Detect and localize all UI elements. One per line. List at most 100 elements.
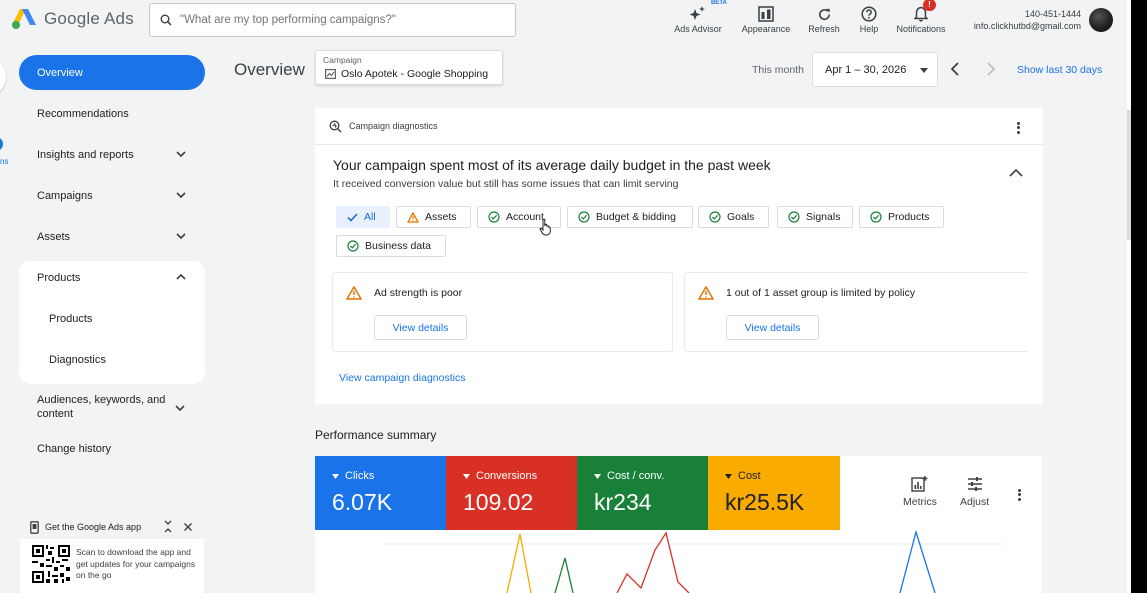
diagnostics-header-title: Campaign diagnostics — [349, 121, 438, 131]
mouse-cursor-icon — [539, 218, 551, 236]
metric-card-cost[interactable]: Cost kr25.5K — [708, 456, 840, 530]
app-promo-header: Get the Google Ads app — [20, 515, 204, 539]
chevron-down-icon — [175, 405, 185, 412]
next-period-icon[interactable] — [986, 62, 996, 76]
appearance-button[interactable]: Appearance — [738, 2, 794, 34]
check-circle-icon — [788, 211, 800, 223]
diagnostics-subtitle: It received conversion value but still h… — [333, 178, 679, 190]
sidebar-subitem-products[interactable]: Products — [49, 313, 92, 325]
sidebar-subitem-diagnostics[interactable]: Diagnostics — [49, 354, 106, 366]
sidebar-item-change-history[interactable]: Change history — [19, 431, 205, 466]
search-box[interactable] — [149, 3, 516, 37]
metric-name: Conversions — [476, 470, 538, 482]
view-details-button[interactable]: View details — [374, 315, 467, 340]
metrics-chart-icon — [911, 476, 928, 492]
account-email: info.clickhutbd@gmail.com — [973, 21, 1081, 31]
show-last-30-days-link[interactable]: Show last 30 days — [1017, 64, 1102, 76]
search-input[interactable] — [180, 14, 500, 26]
rail-button[interactable] — [0, 58, 6, 96]
metric-card-cost-per-conv[interactable]: Cost / conv. kr234 — [577, 456, 708, 530]
search-icon — [160, 14, 172, 26]
metric-card-clicks[interactable]: Clicks 6.07K — [315, 456, 446, 530]
previous-period-icon[interactable] — [950, 62, 960, 76]
check-circle-icon — [578, 211, 590, 223]
filter-chip-business-data[interactable]: Business data — [336, 235, 446, 257]
filter-chip-all[interactable]: All — [336, 206, 390, 228]
filter-chip-signals[interactable]: Signals — [777, 206, 853, 228]
sidebar-item-overview[interactable]: Overview — [19, 55, 205, 90]
appearance-icon — [758, 6, 774, 22]
sidebar-item-label: Overview — [37, 66, 83, 79]
check-icon — [347, 212, 358, 222]
metric-value: kr25.5K — [725, 489, 805, 515]
notifications-label: Notifications — [896, 24, 946, 34]
refresh-icon — [818, 8, 830, 21]
sidebar-item-label: Products — [37, 271, 81, 284]
date-range-selector[interactable]: Apr 1 – 30, 2026 — [812, 52, 938, 87]
issue-text: Ad strength is poor — [374, 287, 463, 299]
filter-chip-goals[interactable]: Goals — [698, 206, 769, 228]
close-icon[interactable] — [183, 522, 193, 532]
refresh-label: Refresh — [808, 24, 840, 34]
phone-icon — [30, 520, 39, 534]
sidebar-item-assets[interactable]: Assets — [19, 219, 205, 254]
filter-chip-label: Goals — [727, 211, 755, 223]
refresh-button[interactable]: Refresh — [804, 2, 844, 34]
campaign-diagnostics-card: Campaign diagnostics Your campaign spent… — [315, 108, 1043, 404]
issue-card-ad-strength: Ad strength is poor View details — [332, 272, 673, 352]
sidebar-item-label: Change history — [37, 442, 111, 455]
metric-value: kr234 — [594, 489, 652, 515]
app-promo-text: Scan to download the app and get updates… — [76, 547, 196, 580]
help-button[interactable]: Help — [854, 2, 884, 34]
ads-advisor-button[interactable]: Ads Advisor — [671, 2, 725, 34]
notification-badge: ! — [923, 0, 936, 11]
app-promo-card: Get the Google Ads app Scan to download … — [20, 515, 204, 593]
dropdown-caret-icon — [725, 473, 732, 479]
right-edge-bar — [1127, 0, 1147, 593]
notifications-button[interactable]: Notifications — [892, 2, 950, 34]
filter-chip-label: Business data — [365, 240, 431, 252]
tune-icon — [967, 477, 982, 491]
google-ads-logo[interactable]: Google Ads — [12, 8, 134, 30]
view-campaign-diagnostics-link[interactable]: View campaign diagnostics — [339, 372, 465, 384]
sidebar-item-insights[interactable]: Insights and reports — [19, 137, 205, 172]
filter-chip-budget-bidding[interactable]: Budget & bidding — [567, 206, 693, 228]
chevron-up-icon — [176, 273, 186, 280]
check-circle-icon — [709, 211, 721, 223]
filter-chip-assets[interactable]: Assets — [396, 206, 471, 228]
campaign-selector[interactable]: Campaign Oslo Apotek - Google Shopping — [315, 50, 503, 85]
sidebar-item-audiences[interactable]: Audiences, keywords, and content — [37, 393, 177, 421]
page-title: Overview — [234, 60, 305, 79]
chevron-down-icon — [176, 151, 186, 158]
qr-code-icon — [32, 545, 70, 583]
diagnostics-search-icon — [329, 120, 342, 132]
metric-value: 6.07K — [332, 489, 393, 515]
top-header: Google Ads BETA Ads Advisor Appearance — [0, 0, 1147, 42]
app-promo-title: Get the Google Ads app — [45, 522, 142, 532]
filter-chip-label: Products — [888, 211, 930, 223]
chevron-up-icon[interactable] — [1009, 168, 1023, 177]
avatar[interactable] — [1089, 8, 1113, 32]
collapse-icon[interactable] — [163, 520, 173, 533]
sidebar-item-campaigns[interactable]: Campaigns — [19, 178, 205, 213]
diagnostics-title: Your campaign spent most of its average … — [333, 157, 771, 173]
view-details-button[interactable]: View details — [726, 315, 819, 340]
help-icon — [861, 6, 877, 22]
sidebar-item-products[interactable]: Products — [19, 260, 205, 295]
sidebar-item-label: Recommendations — [37, 107, 129, 120]
issue-text: 1 out of 1 asset group is limited by pol… — [726, 287, 916, 299]
scrollbar-thumb[interactable] — [1127, 110, 1131, 240]
rail-indicator — [0, 137, 3, 151]
filter-chip-label: Assets — [425, 211, 457, 223]
metrics-button[interactable]: Metrics — [903, 476, 937, 508]
adjust-button[interactable]: Adjust — [960, 476, 989, 508]
account-info[interactable]: 140-451-1444 info.clickhutbd@gmail.com — [974, 8, 1081, 32]
filter-chip-products[interactable]: Products — [859, 206, 944, 228]
performance-more-icon[interactable] — [1018, 487, 1021, 502]
metric-card-conversions[interactable]: Conversions 109.02 — [446, 456, 577, 530]
sidebar-item-recommendations[interactable]: Recommendations — [19, 96, 205, 131]
sidebar-item-label: Assets — [37, 230, 71, 243]
campaign-name: Oslo Apotek - Google Shopping — [341, 68, 489, 80]
performance-chart — [385, 530, 1005, 593]
diagnostics-more-icon[interactable] — [1017, 120, 1020, 135]
